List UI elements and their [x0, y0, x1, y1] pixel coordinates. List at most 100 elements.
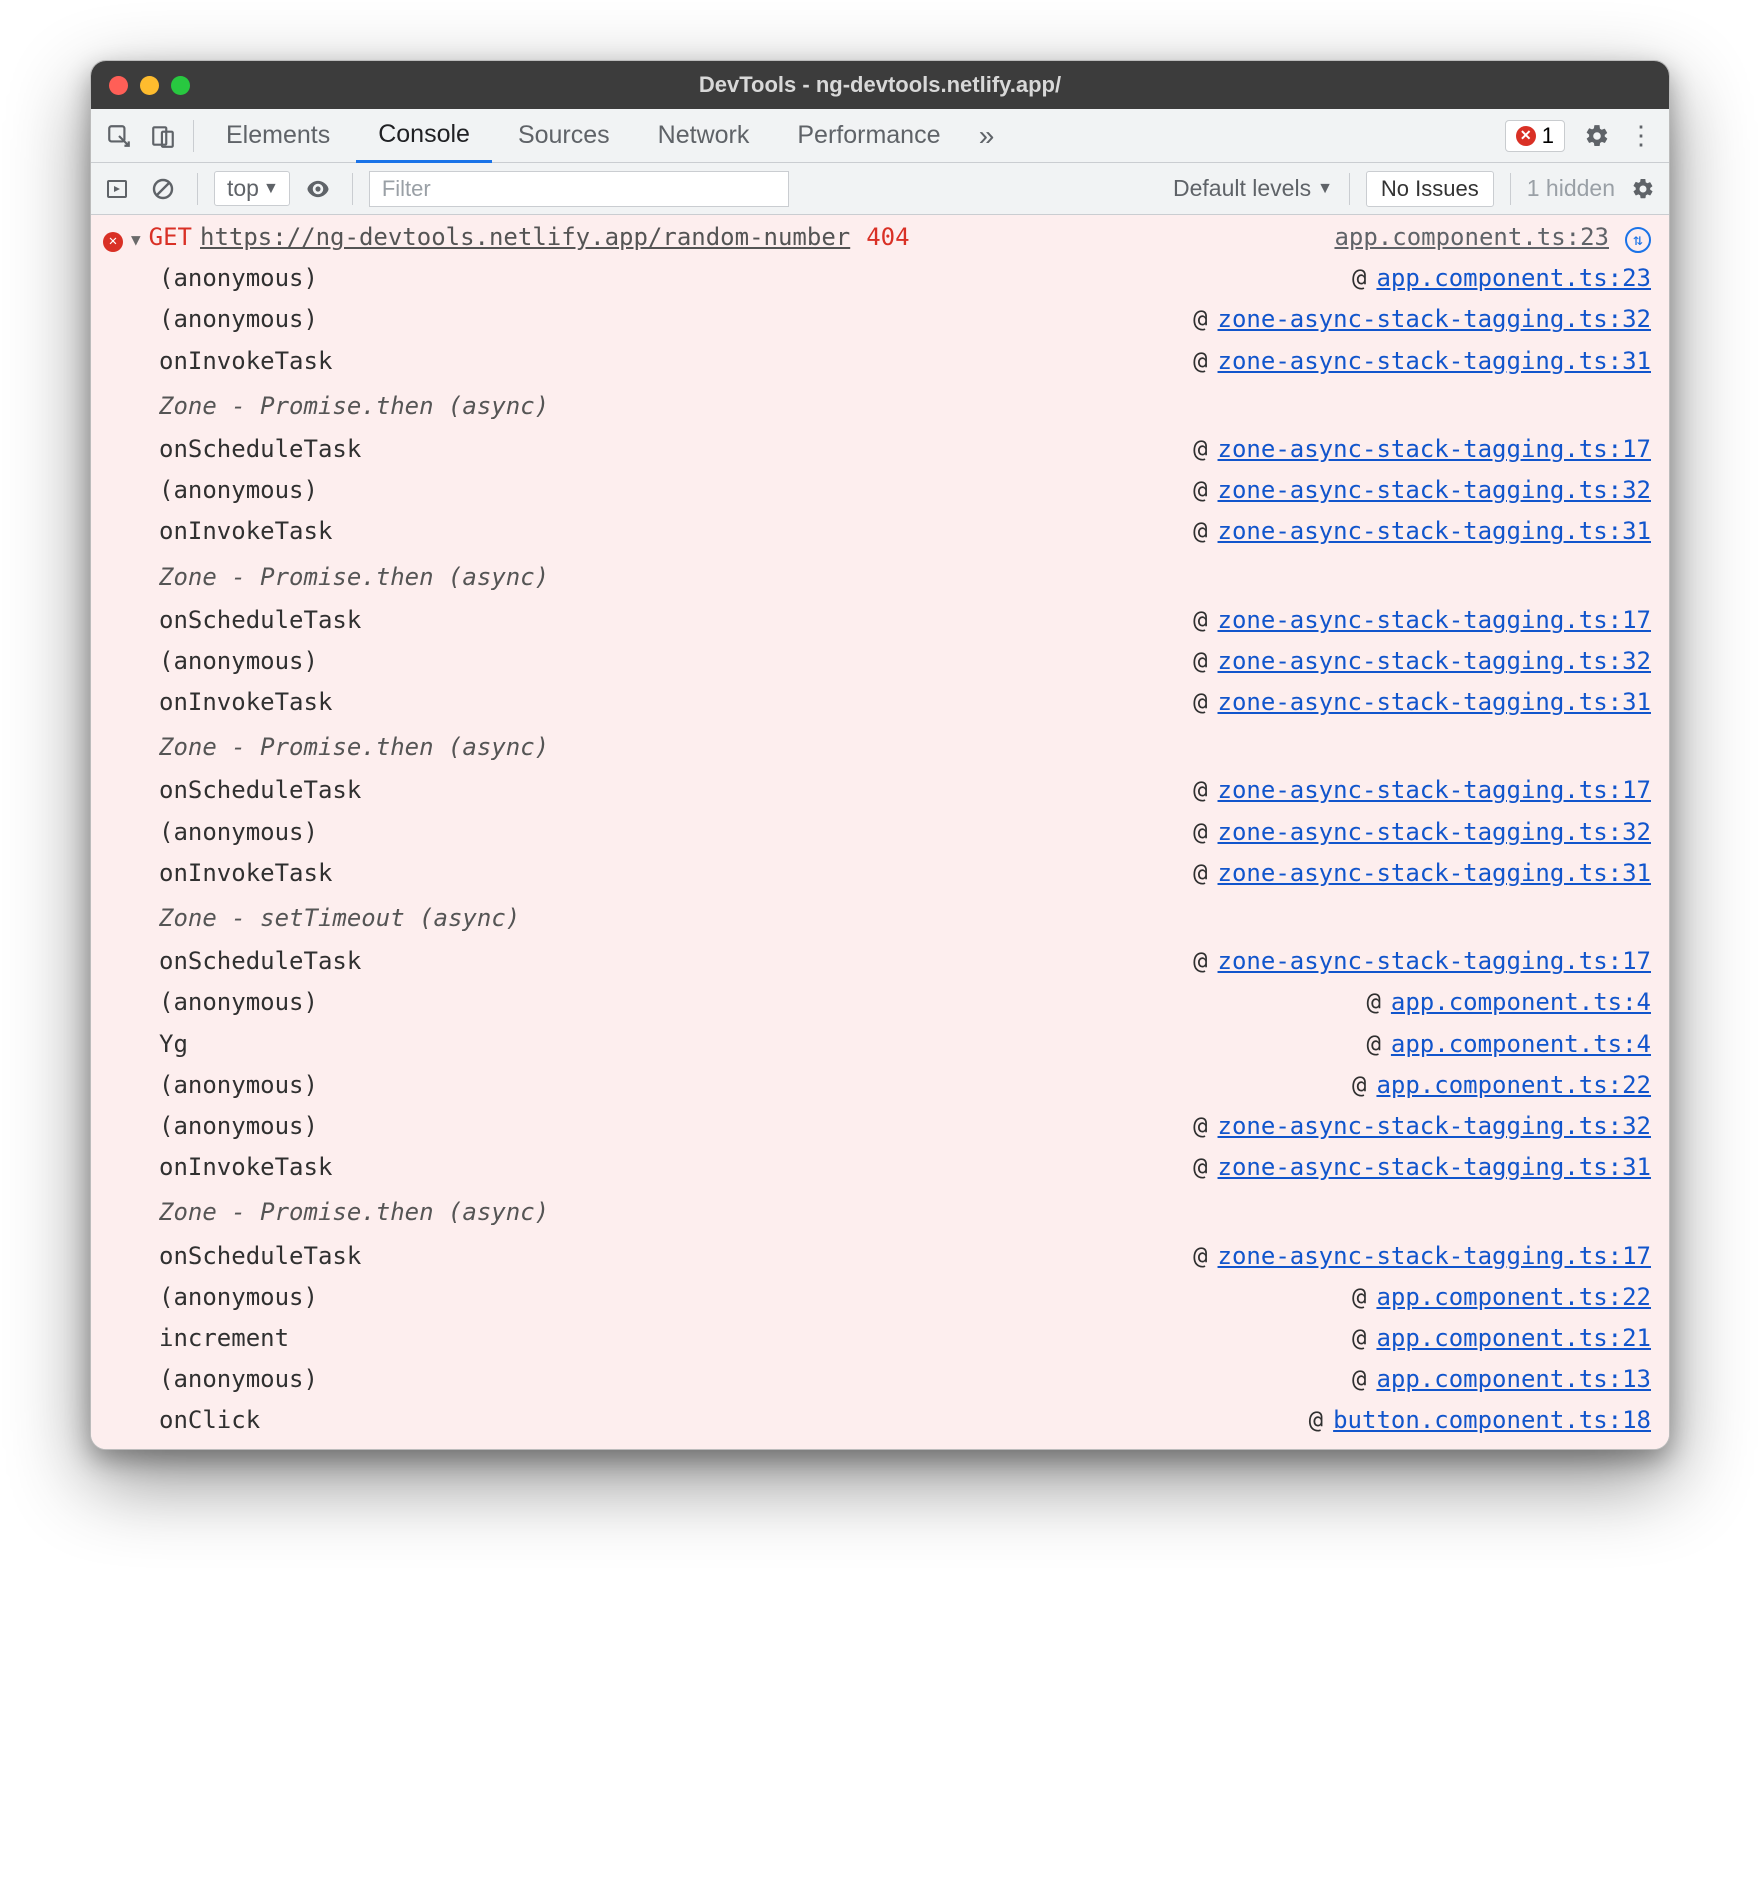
stack-frame: (anonymous) @ app.component.ts:4: [159, 982, 1651, 1023]
close-window-icon[interactable]: [109, 76, 128, 95]
frame-function: (anonymous): [159, 1279, 1332, 1316]
traffic-lights: [109, 76, 190, 95]
error-count-badge[interactable]: ✕ 1: [1505, 120, 1565, 152]
frame-function: onInvokeTask: [159, 1149, 1174, 1186]
stack-frame: onInvokeTask @ zone-async-stack-tagging.ts…: [159, 853, 1651, 894]
at-symbol: @: [1184, 943, 1208, 980]
stack-frame: onScheduleTask@zone-async-stack-tagging.…: [159, 429, 1651, 470]
frame-source-link[interactable]: zone-async-stack-tagging.ts:31: [1218, 684, 1651, 721]
more-tabs-icon[interactable]: »: [966, 116, 1006, 156]
frame-source-link[interactable]: zone-async-stack-tagging.ts:17: [1218, 602, 1651, 639]
frame-function: onScheduleTask: [159, 1238, 1174, 1275]
at-symbol: @: [1357, 1026, 1381, 1063]
at-symbol: @: [1299, 1402, 1323, 1439]
tab-sources[interactable]: Sources: [496, 109, 632, 163]
frame-source-link[interactable]: zone-async-stack-tagging.ts:31: [1218, 1149, 1651, 1186]
kebab-menu-icon[interactable]: ⋮: [1621, 116, 1661, 156]
stack-frame: onInvokeTask @ zone-async-stack-tagging.ts…: [159, 682, 1651, 723]
ignore-list-icon[interactable]: ⇅: [1625, 227, 1651, 253]
async-boundary-label: Zone - Promise.then (async): [159, 553, 1651, 600]
at-symbol: @: [1184, 684, 1208, 721]
frame-function: (anonymous): [159, 984, 1347, 1021]
frame-source-link[interactable]: app.component.ts:22: [1376, 1067, 1651, 1104]
frame-function: (anonymous): [159, 643, 1174, 680]
at-symbol: @: [1184, 1108, 1208, 1145]
hidden-count: 1 hidden: [1527, 175, 1615, 202]
minimize-window-icon[interactable]: [140, 76, 159, 95]
tab-console[interactable]: Console: [356, 109, 492, 163]
request-method: GET: [149, 219, 192, 256]
frame-function: onScheduleTask: [159, 943, 1174, 980]
divider: [193, 120, 194, 152]
frame-source-link[interactable]: app.component.ts:4: [1391, 984, 1651, 1021]
stack-frame: (anonymous)@zone-async-stack-tagging.ts:…: [159, 1106, 1651, 1147]
frame-source-link[interactable]: button.component.ts:18: [1333, 1402, 1651, 1439]
tab-elements[interactable]: Elements: [204, 109, 352, 163]
log-levels-label: Default levels: [1173, 175, 1311, 202]
frame-function: (anonymous): [159, 1361, 1332, 1398]
frame-source-link[interactable]: zone-async-stack-tagging.ts:31: [1218, 513, 1651, 550]
at-symbol: @: [1357, 984, 1381, 1021]
async-boundary-label: Zone - Promise.then (async): [159, 723, 1651, 770]
stack-frame: (anonymous)@zone-async-stack-tagging.ts:…: [159, 641, 1651, 682]
frame-source-link[interactable]: app.component.ts:4: [1391, 1026, 1651, 1063]
tab-performance[interactable]: Performance: [775, 109, 962, 163]
stack-frame: onScheduleTask@zone-async-stack-tagging.…: [159, 770, 1651, 811]
at-symbol: @: [1342, 1279, 1366, 1316]
frame-source-link[interactable]: app.component.ts:23: [1376, 260, 1651, 297]
inspect-element-icon[interactable]: [99, 116, 139, 156]
frame-source-link[interactable]: zone-async-stack-tagging.ts:32: [1218, 472, 1651, 509]
stack-trace: (anonymous)@app.component.ts:23(anonymou…: [91, 258, 1669, 1441]
zoom-window-icon[interactable]: [171, 76, 190, 95]
at-symbol: @: [1184, 855, 1208, 892]
frame-source-link[interactable]: app.component.ts:22: [1376, 1279, 1651, 1316]
live-expression-icon[interactable]: [300, 171, 336, 207]
frame-source-link[interactable]: app.component.ts:21: [1376, 1320, 1651, 1357]
stack-frame: onInvokeTask@zone-async-stack-tagging.ts…: [159, 1147, 1651, 1188]
frame-source-link[interactable]: zone-async-stack-tagging.ts:32: [1218, 301, 1651, 338]
frame-source-link[interactable]: zone-async-stack-tagging.ts:32: [1218, 814, 1651, 851]
tab-network[interactable]: Network: [636, 109, 772, 163]
frame-source-link[interactable]: zone-async-stack-tagging.ts:31: [1218, 855, 1651, 892]
stack-frame: increment@app.component.ts:21: [159, 1318, 1651, 1359]
filter-input[interactable]: [369, 171, 789, 207]
frame-source-link[interactable]: zone-async-stack-tagging.ts:31: [1218, 343, 1651, 380]
async-boundary-label: Zone - setTimeout (async): [159, 894, 1651, 941]
chevron-down-icon: ▼: [263, 180, 279, 198]
request-url[interactable]: https://ng-devtools.netlify.app/random-n…: [200, 219, 850, 256]
console-settings-icon[interactable]: [1625, 171, 1661, 207]
sidebar-toggle-icon[interactable]: [99, 171, 135, 207]
chevron-down-icon: ▼: [1317, 180, 1333, 198]
stack-frame: onScheduleTask@zone-async-stack-tagging.…: [159, 600, 1651, 641]
source-link[interactable]: app.component.ts:23: [1334, 219, 1609, 256]
clear-console-icon[interactable]: [145, 171, 181, 207]
divider: [352, 173, 353, 205]
async-boundary-label: Zone - Promise.then (async): [159, 1188, 1651, 1235]
panel-tabstrip: Elements Console Sources Network Perform…: [91, 109, 1669, 163]
issues-button[interactable]: No Issues: [1366, 171, 1494, 207]
frame-function: onInvokeTask: [159, 684, 1174, 721]
frame-function: (anonymous): [159, 260, 1332, 297]
stack-frame: onClick@button.component.ts:18: [159, 1400, 1651, 1441]
frame-source-link[interactable]: zone-async-stack-tagging.ts:17: [1218, 431, 1651, 468]
frame-source-link[interactable]: zone-async-stack-tagging.ts:32: [1218, 643, 1651, 680]
frame-function: onScheduleTask: [159, 602, 1174, 639]
frame-source-link[interactable]: app.component.ts:13: [1376, 1361, 1651, 1398]
device-toolbar-icon[interactable]: [143, 116, 183, 156]
frame-source-link[interactable]: zone-async-stack-tagging.ts:32: [1218, 1108, 1651, 1145]
frame-source-link[interactable]: zone-async-stack-tagging.ts:17: [1218, 1238, 1651, 1275]
frame-function: onInvokeTask: [159, 343, 1174, 380]
at-symbol: @: [1342, 1320, 1366, 1357]
settings-icon[interactable]: [1577, 116, 1617, 156]
stack-frame: (anonymous) @ app.component.ts:22: [159, 1277, 1651, 1318]
console-error-entry[interactable]: ✕ ▼ GET https://ng-devtools.netlify.app/…: [91, 215, 1669, 258]
frame-source-link[interactable]: zone-async-stack-tagging.ts:17: [1218, 943, 1651, 980]
stack-frame: (anonymous)@app.component.ts:13: [159, 1359, 1651, 1400]
at-symbol: @: [1184, 343, 1208, 380]
log-levels-selector[interactable]: Default levels ▼: [1173, 175, 1333, 202]
context-selector[interactable]: top ▼: [214, 171, 290, 206]
stack-frame: (anonymous)@zone-async-stack-tagging.ts:…: [159, 299, 1651, 340]
frame-function: onInvokeTask: [159, 855, 1174, 892]
disclosure-triangle-icon[interactable]: ▼: [131, 228, 141, 253]
frame-source-link[interactable]: zone-async-stack-tagging.ts:17: [1218, 772, 1651, 809]
